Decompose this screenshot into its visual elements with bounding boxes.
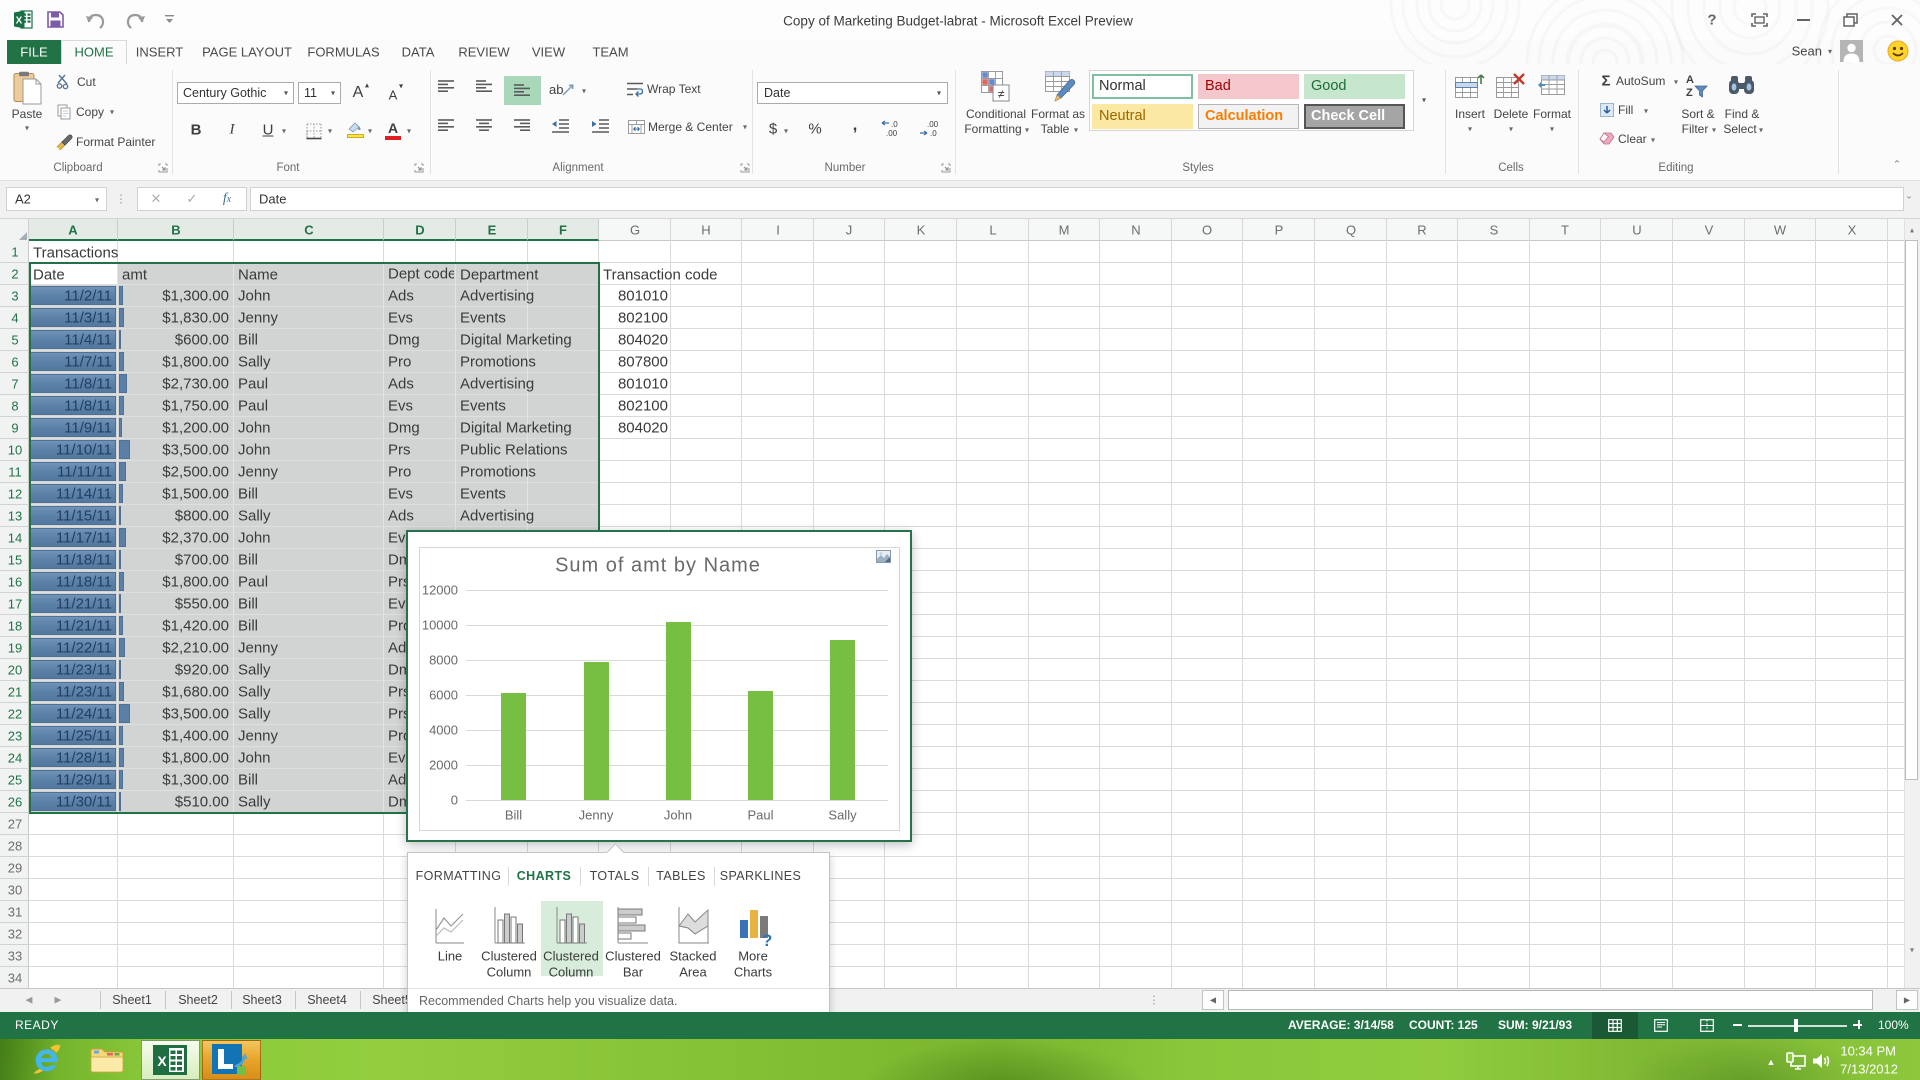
svg-text:ab: ab xyxy=(549,82,563,97)
svg-text:.0: .0 xyxy=(930,129,937,138)
svg-text:.00: .00 xyxy=(886,129,898,138)
svg-text:.00: .00 xyxy=(927,120,939,129)
svg-text:X: X xyxy=(16,15,23,26)
svg-text:Z: Z xyxy=(1686,87,1693,99)
svg-text:?: ? xyxy=(762,931,772,950)
svg-text:.0: .0 xyxy=(891,120,898,129)
svg-text:≠: ≠ xyxy=(998,87,1005,101)
svg-text:A: A xyxy=(1686,74,1694,86)
svg-text:X: X xyxy=(157,1053,167,1069)
